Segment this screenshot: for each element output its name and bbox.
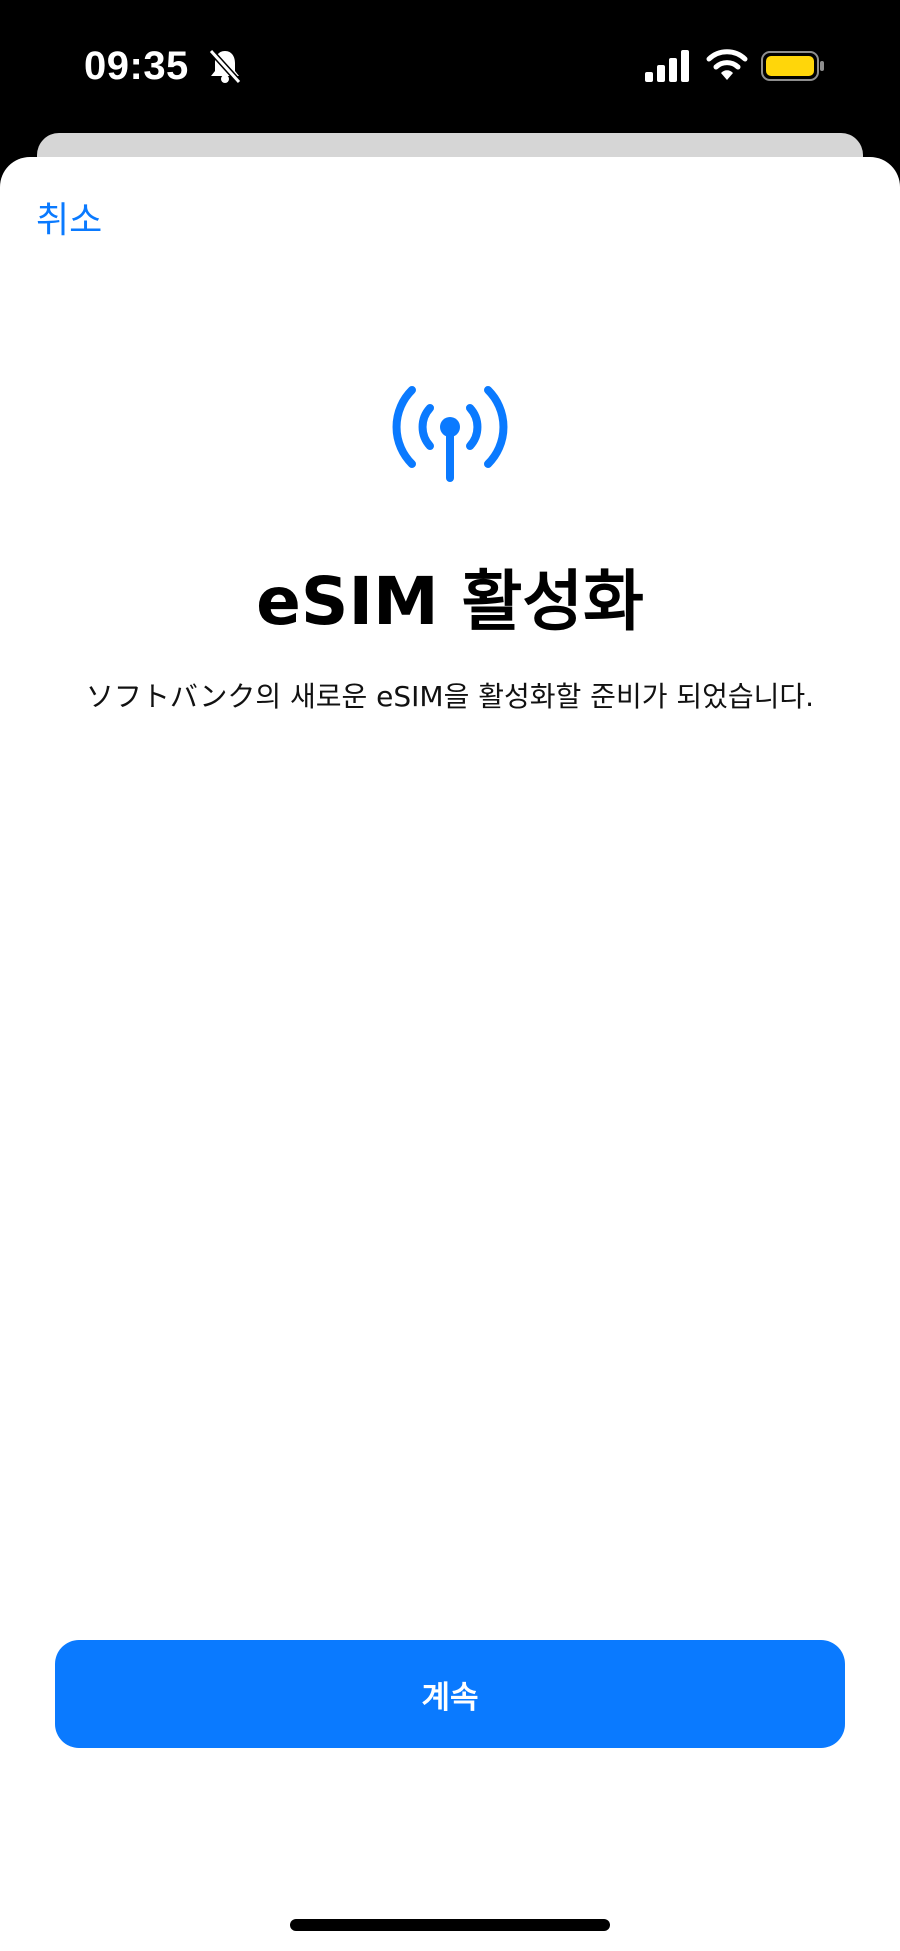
wifi-icon — [706, 49, 748, 80]
cancel-button[interactable]: 취소 — [36, 199, 102, 243]
antenna-icon — [392, 386, 508, 482]
battery-icon — [761, 51, 824, 81]
status-time: 09:35 — [84, 44, 189, 88]
page-title: eSIM 활성화 — [256, 563, 644, 640]
bell-slash-icon — [208, 48, 242, 84]
cellular-signal-icon — [645, 50, 689, 82]
home-indicator — [290, 1919, 610, 1931]
continue-button[interactable]: 계속 — [55, 1640, 845, 1748]
esim-activation-sheet: 취소 eSIM 활성화 ソフトバンク의 새로운 eSIM을 활성화할 준비가 되… — [0, 157, 900, 1951]
status-bar: 09:35 — [0, 0, 900, 130]
page-description: ソフトバンク의 새로운 eSIM을 활성화할 준비가 되었습니다. — [85, 680, 815, 713]
